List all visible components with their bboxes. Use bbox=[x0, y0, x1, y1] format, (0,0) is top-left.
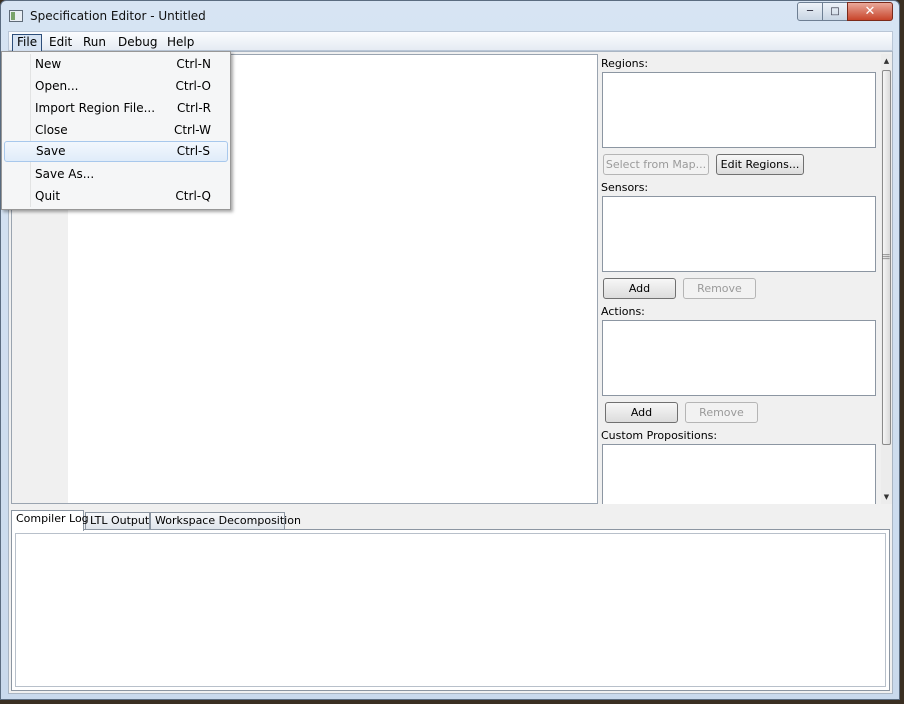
menu-item-label: Import Region File... bbox=[35, 101, 156, 115]
menu-file[interactable]: File bbox=[12, 34, 43, 52]
menu-item-label: Quit bbox=[35, 189, 61, 203]
regions-list[interactable] bbox=[602, 72, 876, 148]
window-title: Specification Editor - Untitled bbox=[30, 9, 206, 23]
menu-item-shortcut: Ctrl-R bbox=[176, 101, 211, 115]
actions-add-button[interactable]: Add bbox=[605, 402, 678, 423]
menu-item-label: Open... bbox=[35, 79, 79, 93]
sensors-list[interactable] bbox=[602, 196, 876, 272]
sensors-add-button[interactable]: Add bbox=[603, 278, 676, 299]
title-bar[interactable]: Specification Editor - Untitled ─ □ ✕ bbox=[1, 1, 899, 32]
edit-regions-button[interactable]: Edit Regions... bbox=[716, 154, 804, 175]
scroll-up-icon[interactable]: ▲ bbox=[882, 56, 891, 66]
menu-item-shortcut: Ctrl-O bbox=[175, 79, 211, 93]
scroll-down-icon[interactable]: ▼ bbox=[882, 492, 891, 502]
actions-remove-button[interactable]: Remove bbox=[685, 402, 758, 423]
close-icon: ✕ bbox=[864, 4, 876, 19]
menu-item-close[interactable]: Close Ctrl-W bbox=[4, 120, 228, 141]
menu-item-quit[interactable]: Quit Ctrl-Q bbox=[4, 186, 228, 207]
menu-item-open[interactable]: Open... Ctrl-O bbox=[4, 76, 228, 97]
menu-item-label: Save As... bbox=[35, 167, 95, 181]
maximize-button[interactable]: □ bbox=[822, 2, 848, 21]
menu-bar: File Edit Run Debug Help bbox=[8, 31, 893, 52]
menu-help[interactable]: Help bbox=[163, 34, 198, 50]
menu-item-label: Save bbox=[36, 144, 66, 158]
menu-item-shortcut: Ctrl-W bbox=[173, 123, 211, 137]
panel-scrollbar[interactable]: ▲ — — — ▼ bbox=[881, 54, 892, 504]
custom-propositions-list[interactable] bbox=[602, 444, 876, 504]
actions-list[interactable] bbox=[602, 320, 876, 396]
grip-icon: — — — bbox=[882, 250, 890, 263]
menu-item-label: Close bbox=[35, 123, 68, 137]
window-controls: ─ □ ✕ bbox=[797, 2, 893, 21]
actions-label: Actions: bbox=[601, 305, 645, 318]
custom-propositions-label: Custom Propositions: bbox=[601, 429, 718, 442]
select-from-map-button[interactable]: Select from Map... bbox=[603, 154, 709, 175]
proposition-panel: Regions: Select from Map... Edit Regions… bbox=[600, 54, 881, 504]
tab-ltl-output[interactable]: LTL Output bbox=[85, 512, 150, 530]
compiler-log-text[interactable] bbox=[15, 533, 886, 687]
maximize-icon: □ bbox=[830, 6, 840, 17]
menu-item-shortcut: Ctrl-Q bbox=[175, 189, 211, 203]
menu-item-label: New bbox=[35, 57, 62, 71]
tab-compiler-log[interactable]: Compiler Log bbox=[11, 510, 89, 531]
file-menu-dropdown: New Ctrl-N Open... Ctrl-O Import Region … bbox=[1, 51, 231, 210]
menu-item-shortcut: Ctrl-N bbox=[176, 57, 211, 71]
menu-edit[interactable]: Edit bbox=[45, 34, 76, 50]
menu-item-import-region-file[interactable]: Import Region File... Ctrl-R bbox=[4, 98, 228, 119]
close-button[interactable]: ✕ bbox=[847, 2, 893, 21]
menu-item-shortcut: Ctrl-S bbox=[176, 144, 210, 158]
sensors-label: Sensors: bbox=[601, 181, 649, 194]
regions-label: Regions: bbox=[601, 57, 649, 70]
menu-item-new[interactable]: New Ctrl-N bbox=[4, 54, 228, 75]
tab-workspace-decomposition[interactable]: Workspace Decomposition bbox=[150, 512, 301, 530]
menu-item-save-as[interactable]: Save As... bbox=[4, 164, 228, 185]
minimize-button[interactable]: ─ bbox=[797, 2, 823, 21]
compiler-log-pane bbox=[11, 529, 890, 691]
menu-item-save[interactable]: Save Ctrl-S bbox=[4, 141, 228, 162]
minimize-icon: ─ bbox=[806, 6, 814, 17]
menu-debug[interactable]: Debug bbox=[114, 34, 161, 50]
app-icon bbox=[9, 10, 23, 22]
sensors-remove-button[interactable]: Remove bbox=[683, 278, 756, 299]
menu-run[interactable]: Run bbox=[79, 34, 110, 50]
